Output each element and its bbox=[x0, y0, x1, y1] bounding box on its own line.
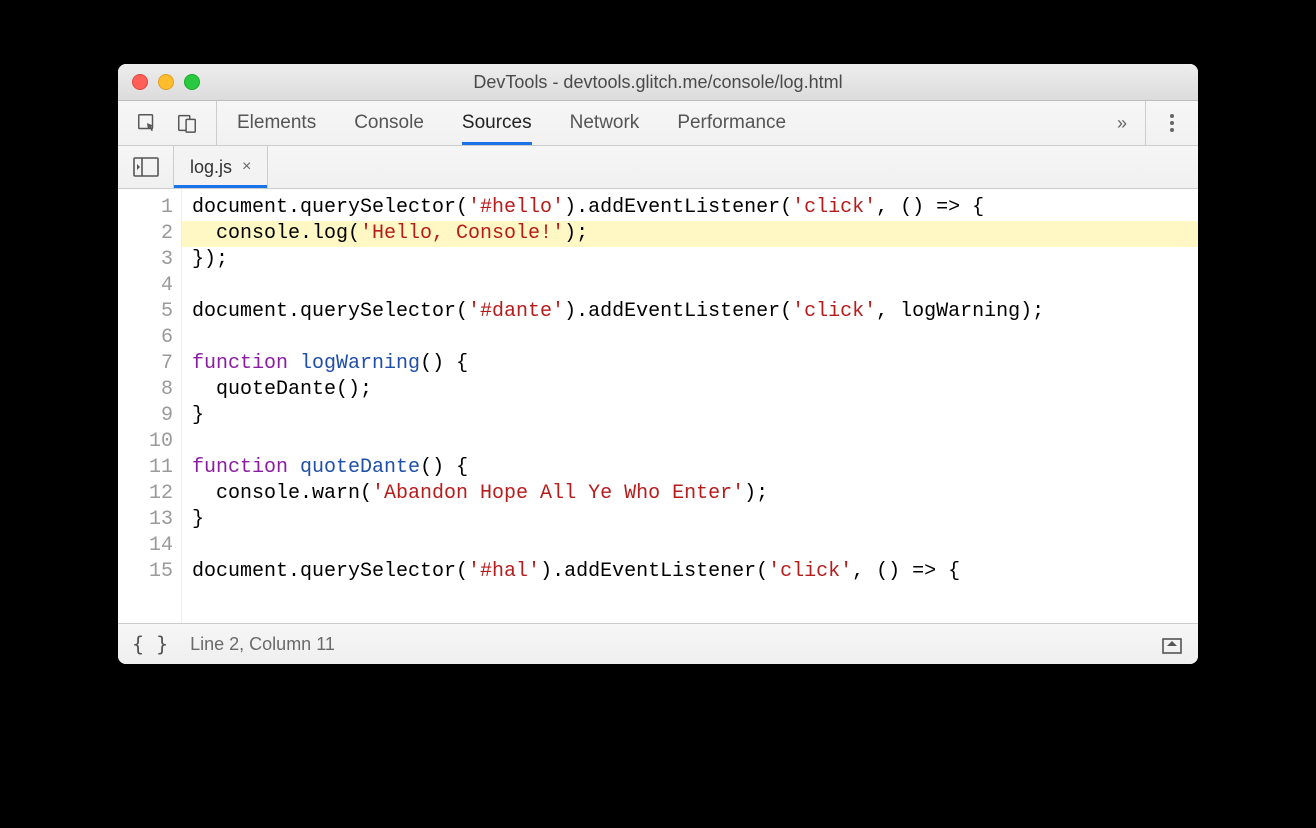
code-content[interactable]: document.querySelector('#hello').addEven… bbox=[182, 189, 1198, 623]
titlebar: DevTools - devtools.glitch.me/console/lo… bbox=[118, 64, 1198, 101]
line-number[interactable]: 1 bbox=[118, 195, 173, 221]
tabs-overflow-button[interactable]: » bbox=[1099, 113, 1145, 134]
line-number[interactable]: 5 bbox=[118, 299, 173, 325]
code-line[interactable]: console.log('Hello, Console!'); bbox=[182, 221, 1198, 247]
code-line[interactable]: document.querySelector('#hello').addEven… bbox=[192, 195, 1198, 221]
inspect-element-icon[interactable] bbox=[136, 112, 158, 134]
pretty-print-button[interactable]: { } bbox=[132, 632, 168, 656]
line-number[interactable]: 4 bbox=[118, 273, 173, 299]
code-line[interactable]: } bbox=[192, 403, 1198, 429]
code-line[interactable] bbox=[192, 533, 1198, 559]
code-line[interactable]: console.warn('Abandon Hope All Ye Who En… bbox=[192, 481, 1198, 507]
cursor-position: Line 2, Column 11 bbox=[190, 634, 335, 655]
code-line[interactable]: document.querySelector('#hal').addEventL… bbox=[192, 559, 1198, 585]
close-icon[interactable]: × bbox=[242, 158, 251, 176]
code-line[interactable]: function logWarning() { bbox=[192, 351, 1198, 377]
code-line[interactable]: } bbox=[192, 507, 1198, 533]
panel-tab-performance[interactable]: Performance bbox=[677, 101, 786, 145]
show-console-drawer-button[interactable] bbox=[1160, 632, 1184, 656]
code-line[interactable] bbox=[192, 429, 1198, 455]
line-number[interactable]: 8 bbox=[118, 377, 173, 403]
settings-menu-button[interactable] bbox=[1145, 101, 1198, 145]
code-line[interactable]: quoteDante(); bbox=[192, 377, 1198, 403]
line-number[interactable]: 10 bbox=[118, 429, 173, 455]
code-line[interactable] bbox=[192, 273, 1198, 299]
line-number[interactable]: 15 bbox=[118, 559, 173, 585]
sources-file-tabbar: log.js × bbox=[118, 146, 1198, 189]
window-close-button[interactable] bbox=[132, 74, 148, 90]
line-number[interactable]: 9 bbox=[118, 403, 173, 429]
panel-tab-console[interactable]: Console bbox=[354, 101, 424, 145]
devtools-window: DevTools - devtools.glitch.me/console/lo… bbox=[118, 64, 1198, 664]
line-number[interactable]: 7 bbox=[118, 351, 173, 377]
line-number[interactable]: 6 bbox=[118, 325, 173, 351]
panel-tab-sources[interactable]: Sources bbox=[462, 101, 532, 145]
show-navigator-button[interactable] bbox=[118, 146, 174, 188]
source-editor[interactable]: 123456789101112131415 document.querySele… bbox=[118, 189, 1198, 623]
window-minimize-button[interactable] bbox=[158, 74, 174, 90]
line-number[interactable]: 11 bbox=[118, 455, 173, 481]
window-maximize-button[interactable] bbox=[184, 74, 200, 90]
file-tab-label: log.js bbox=[190, 157, 232, 178]
panel-tab-elements[interactable]: Elements bbox=[237, 101, 316, 145]
panel-tabstrip: Elements Console Sources Network Performance… bbox=[118, 101, 1198, 146]
line-number[interactable]: 3 bbox=[118, 247, 173, 273]
line-number[interactable]: 13 bbox=[118, 507, 173, 533]
line-number[interactable]: 12 bbox=[118, 481, 173, 507]
line-number-gutter: 123456789101112131415 bbox=[118, 189, 182, 623]
code-line[interactable]: document.querySelector('#dante').addEven… bbox=[192, 299, 1198, 325]
device-toolbar-icon[interactable] bbox=[176, 112, 198, 134]
statusbar: { } Line 2, Column 11 bbox=[118, 623, 1198, 664]
line-number[interactable]: 2 bbox=[118, 221, 173, 247]
code-line[interactable]: }); bbox=[192, 247, 1198, 273]
code-line[interactable] bbox=[192, 325, 1198, 351]
window-title: DevTools - devtools.glitch.me/console/lo… bbox=[473, 72, 842, 93]
line-number[interactable]: 14 bbox=[118, 533, 173, 559]
panel-tab-network[interactable]: Network bbox=[570, 101, 640, 145]
code-line[interactable]: function quoteDante() { bbox=[192, 455, 1198, 481]
file-tab[interactable]: log.js × bbox=[174, 146, 268, 188]
